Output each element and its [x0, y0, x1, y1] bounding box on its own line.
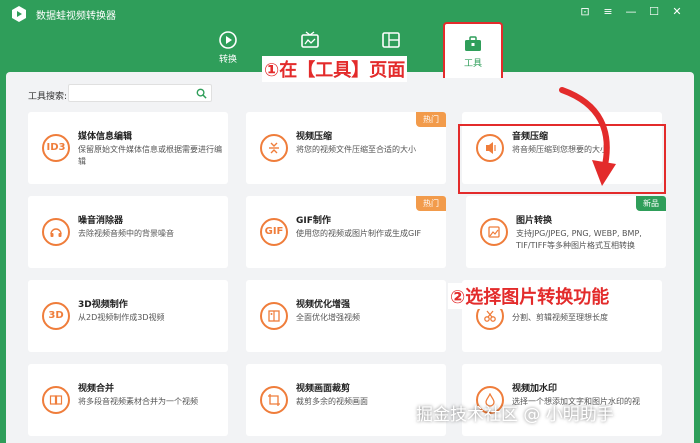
tab-toolbox-label: 工具: [463, 59, 482, 69]
watermark-text: 掘金技术社区 @ 小明助手: [416, 405, 614, 425]
gif-icon: GIF: [260, 218, 288, 246]
card-title: 图片转换: [516, 216, 553, 226]
compress-icon: [260, 134, 288, 162]
hot-badge: 热门: [416, 112, 446, 127]
card-title: 视频优化增强: [296, 300, 351, 310]
card-desc: 保留原始文件媒体信息或根据需要进行编辑: [78, 145, 222, 166]
app-title: 数据蛙视频转换器: [36, 11, 116, 22]
annotation-step1: ①在【工具】页面: [262, 56, 408, 82]
card-title: 视频合并: [78, 384, 115, 394]
tool-card-video-compress[interactable]: 视频压缩 将您的视频文件压缩至合适的大小 热门: [246, 112, 446, 184]
new-badge: 新品: [636, 196, 666, 211]
toolbox-icon: [465, 36, 481, 51]
image-convert-icon: [480, 218, 508, 246]
search-input[interactable]: [68, 84, 212, 102]
mv-icon: [301, 31, 319, 48]
tool-card-noise-remover[interactable]: 噪音消除器 去除视频音频中的背景噪音: [28, 196, 228, 268]
card-title: 视频压缩: [296, 132, 333, 142]
card-desc: 将您的视频文件压缩至合适的大小: [296, 145, 416, 154]
crop-icon: [260, 386, 288, 414]
3d-icon: 3D: [42, 302, 70, 330]
card-desc: 全面优化增强视频: [296, 313, 360, 322]
card-desc: 去除视频音频中的背景噪音: [78, 229, 174, 238]
tool-card-3d-maker[interactable]: 3D 3D视频制作 从2D视频制作成3D视频: [28, 280, 228, 352]
hot-badge: 热门: [416, 196, 446, 211]
feedback-icon[interactable]: ⊡: [578, 5, 592, 19]
enhance-icon: [260, 302, 288, 330]
tab-toolbox[interactable]: 工具: [443, 22, 503, 78]
highlight-image-convert: [458, 124, 666, 194]
card-desc: 将多段音视频素材合并为一个视频: [78, 397, 198, 406]
card-desc: 从2D视频制作成3D视频: [78, 313, 165, 322]
tab-convert[interactable]: 转换: [201, 28, 255, 66]
card-title: 3D视频制作: [78, 300, 128, 310]
annotation-step2: ②选择图片转换功能: [448, 283, 612, 309]
headphones-icon: [42, 218, 70, 246]
merge-icon: [42, 386, 70, 414]
card-desc: 分割、剪辑视频至理想长度: [512, 313, 608, 322]
id3-icon: ID3: [42, 134, 70, 162]
convert-icon: [219, 31, 237, 49]
app-logo-icon: [12, 6, 26, 22]
tab-convert-label: 转换: [218, 55, 237, 65]
menu-icon[interactable]: ≡: [601, 5, 615, 19]
maximize-icon[interactable]: ☐: [647, 5, 661, 19]
search-icon[interactable]: [196, 88, 207, 99]
tool-card-media-info[interactable]: ID3 媒体信息编辑 保留原始文件媒体信息或根据需要进行编辑: [28, 112, 228, 184]
tool-card-video-merge[interactable]: 视频合并 将多段音视频素材合并为一个视频: [28, 364, 228, 436]
collage-icon: [382, 32, 400, 48]
card-desc: 使用您的视频或图片制作或生成GIF: [296, 229, 422, 238]
tool-card-video-enhance[interactable]: 视频优化增强 全面优化增强视频: [246, 280, 446, 352]
card-title: GIF制作: [296, 216, 331, 226]
tool-card-gif-maker[interactable]: GIF GIF制作 使用您的视频或图片制作或生成GIF 热门: [246, 196, 446, 268]
card-desc: 支持JPG/JPEG, PNG, WEBP, BMP, TIF/TIFF等多种图…: [516, 229, 642, 250]
card-title: 视频加水印: [512, 384, 558, 394]
card-title: 媒体信息编辑: [78, 132, 133, 142]
close-icon[interactable]: ✕: [670, 5, 684, 19]
tool-card-image-convert[interactable]: 图片转换 支持JPG/JPEG, PNG, WEBP, BMP, TIF/TIF…: [466, 196, 666, 268]
card-title: 噪音消除器: [78, 216, 124, 226]
minimize-icon[interactable]: —: [624, 5, 638, 19]
card-title: 视频画面裁剪: [296, 384, 351, 394]
search-label: 工具搜索:: [28, 92, 68, 102]
